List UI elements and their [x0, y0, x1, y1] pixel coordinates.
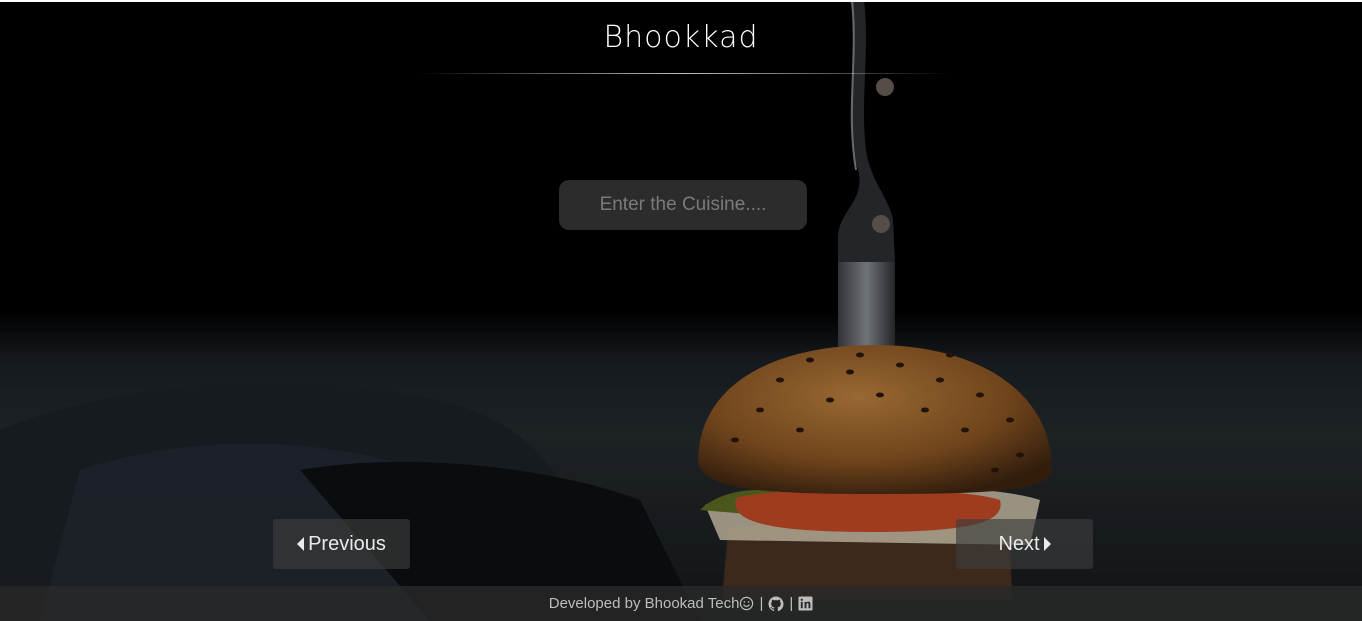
- linkedin-icon[interactable]: [798, 596, 813, 611]
- top-border: [0, 0, 1362, 2]
- background-burger-photo: [0, 0, 1362, 621]
- page-title: Bhookkad: [603, 20, 759, 55]
- smiley-icon: [739, 596, 754, 611]
- cuisine-search-input[interactable]: [559, 180, 807, 230]
- next-button-label: Next: [998, 532, 1040, 555]
- previous-button-label: Previous: [308, 532, 386, 555]
- previous-button[interactable]: Previous: [273, 519, 410, 569]
- caret-left-icon: [297, 537, 305, 551]
- next-button[interactable]: Next: [956, 519, 1093, 569]
- caret-right-icon: [1043, 537, 1051, 551]
- app-page: Bhookkad Previous Next Developed by Bhoo…: [0, 0, 1362, 621]
- footer-separator: |: [759, 595, 764, 612]
- footer-separator-2: |: [789, 595, 794, 612]
- github-icon[interactable]: [768, 596, 784, 612]
- title-divider: [420, 73, 950, 74]
- footer: Developed by Bhookad Tech | |: [0, 586, 1362, 621]
- footer-credit-text: Developed by Bhookad Tech: [548, 595, 740, 612]
